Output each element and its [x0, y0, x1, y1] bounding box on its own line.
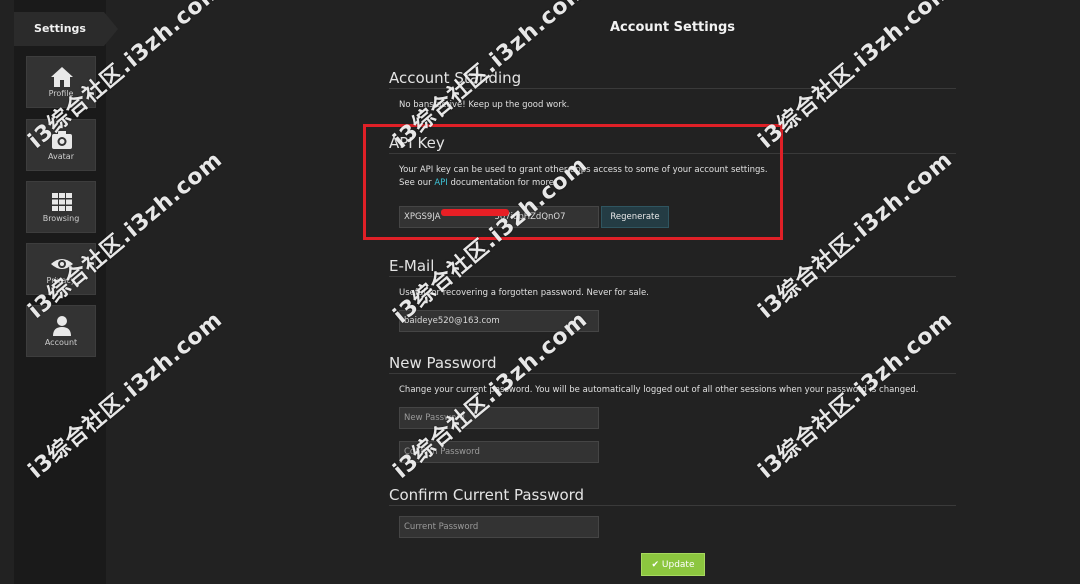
home-icon: [51, 67, 73, 87]
update-button-label: Update: [661, 559, 695, 570]
confirm-password-input[interactable]: [399, 441, 599, 463]
section-title-confirm-current-password: Confirm Current Password: [389, 486, 585, 504]
update-button[interactable]: ✔ Update: [641, 553, 705, 576]
user-icon: [53, 316, 71, 336]
section-title-account-standing: Account Standing: [389, 69, 522, 87]
section-divider: [389, 276, 956, 277]
email-field[interactable]: [399, 310, 599, 332]
current-password-input[interactable]: [399, 516, 599, 538]
sidebar-item-profile[interactable]: Profile: [26, 56, 96, 108]
sidebar-item-label: Avatar: [48, 152, 74, 161]
eye-icon: [51, 259, 73, 269]
new-password-description: Change your current password. You will b…: [399, 385, 919, 395]
sidebar-item-label: Profile: [48, 89, 74, 98]
page-title: Account Settings: [609, 20, 736, 35]
sidebar-item-label: Privacy: [46, 276, 76, 285]
grid-icon: [52, 193, 72, 211]
section-divider: [389, 373, 956, 374]
sidebar-item-avatar[interactable]: Avatar: [26, 119, 96, 171]
sidebar-item-browsing[interactable]: Browsing: [26, 181, 96, 233]
sidebar-title: Settings: [34, 22, 86, 35]
sidebar-header-arrow: [104, 12, 118, 46]
check-icon: ✔: [651, 559, 660, 570]
sidebar-item-label: Account: [44, 338, 78, 347]
section-divider: [389, 505, 956, 506]
camera-icon: [52, 131, 72, 149]
sidebar-item-account[interactable]: Account: [26, 305, 96, 357]
email-description: Useful for recovering a forgotten passwo…: [399, 288, 649, 298]
highlight-annotation-box: [363, 124, 783, 240]
new-password-input[interactable]: [399, 407, 599, 429]
standing-text: No bans active! Keep up the good work.: [399, 100, 570, 110]
sidebar-item-label: Browsing: [42, 214, 80, 223]
section-divider: [389, 88, 956, 89]
section-title-email: E-Mail: [389, 257, 435, 275]
sidebar-item-privacy[interactable]: Privacy: [26, 243, 96, 295]
section-title-new-password: New Password: [389, 354, 497, 372]
